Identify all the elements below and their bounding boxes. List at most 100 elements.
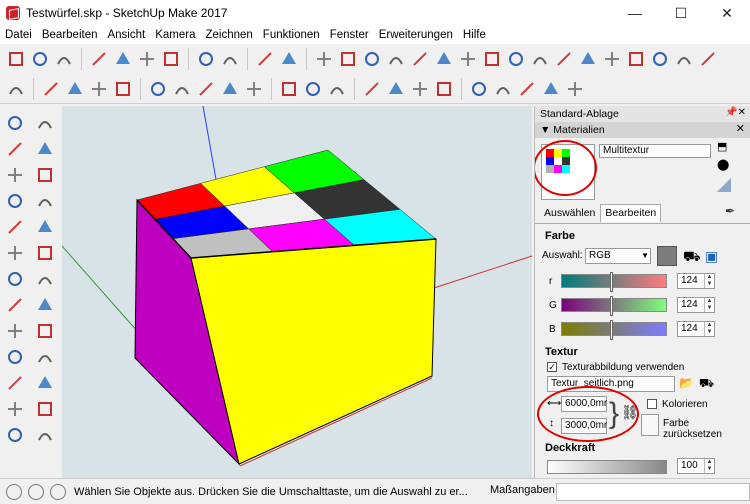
sample-paint-icon[interactable] <box>717 178 731 192</box>
move-tool-icon[interactable] <box>4 294 26 316</box>
scale-icon[interactable] <box>243 78 265 100</box>
browse-folder-icon[interactable]: 📂 <box>679 376 694 390</box>
arc-tool-a-icon[interactable] <box>4 242 26 264</box>
b-value-field[interactable]: 124 ▲ ▼ <box>677 321 715 337</box>
match-model-color-icon[interactable]: ⛟ <box>683 248 701 267</box>
menu-kamera[interactable]: Kamera <box>150 29 200 41</box>
save-icon[interactable] <box>53 48 75 70</box>
follow-me-icon[interactable] <box>529 48 551 70</box>
g-value-field[interactable]: 124 ▲ ▼ <box>677 297 715 313</box>
help-icon[interactable] <box>50 483 66 500</box>
g-slider-thumb[interactable] <box>610 296 613 316</box>
tab-auswaehlen[interactable]: Auswählen <box>539 204 600 222</box>
push-pull-left-icon[interactable] <box>34 294 56 316</box>
rotate-icon[interactable] <box>219 78 241 100</box>
opacity-slider[interactable] <box>547 460 667 474</box>
component-tool-icon[interactable] <box>34 112 56 134</box>
b-slider-thumb[interactable] <box>610 320 613 340</box>
open-icon[interactable] <box>29 48 51 70</box>
spinner-arrows-icon[interactable]: ▲ ▼ <box>704 459 714 473</box>
r-slider-thumb[interactable] <box>610 272 613 292</box>
g-slider[interactable] <box>561 296 667 316</box>
axes-icon[interactable] <box>4 424 26 446</box>
r-slider[interactable] <box>561 272 667 292</box>
3dw-icon[interactable] <box>577 48 599 70</box>
new-file-icon[interactable] <box>5 48 27 70</box>
measurements-field[interactable] <box>556 483 750 501</box>
offset-tool-icon[interactable] <box>34 346 56 368</box>
eraser-tool-icon[interactable] <box>34 138 56 160</box>
create-material-icon[interactable]: ⬒ <box>717 140 731 154</box>
component-icon[interactable] <box>601 48 623 70</box>
arc3-icon[interactable] <box>457 48 479 70</box>
spinner-arrows-icon[interactable]: ▲ ▼ <box>704 298 714 312</box>
arc-tool-b-icon[interactable] <box>34 242 56 264</box>
tape-measure-icon[interactable] <box>278 78 300 100</box>
default-material-icon[interactable]: ⬤ <box>717 158 731 172</box>
undo-icon[interactable] <box>195 48 217 70</box>
layout-icon[interactable] <box>564 78 586 100</box>
extension-icon[interactable] <box>697 48 719 70</box>
protractor-icon[interactable] <box>4 398 26 420</box>
warehouse2-icon[interactable] <box>673 48 695 70</box>
menu-ansicht[interactable]: Ansicht <box>102 29 150 41</box>
close-section-icon[interactable]: ✕ <box>736 122 745 135</box>
spinner-arrows-icon[interactable]: ▲ ▼ <box>704 322 714 336</box>
material-name-field[interactable]: Multitextur <box>599 144 711 158</box>
polygon-tool-icon[interactable] <box>34 216 56 238</box>
arc-icon[interactable] <box>409 48 431 70</box>
pin-icon[interactable]: 📌✕ <box>725 107 746 118</box>
warehouse-icon[interactable] <box>468 78 490 100</box>
b-slider[interactable] <box>561 320 667 340</box>
pie-tool-icon[interactable] <box>34 268 56 290</box>
color-model-select[interactable]: RGB ▼ <box>585 248 651 264</box>
paste-icon[interactable] <box>136 48 158 70</box>
spinner-arrows-icon[interactable]: ▲ ▼ <box>704 274 714 288</box>
text-icon[interactable] <box>302 78 324 100</box>
menu-bearbeiten[interactable]: Bearbeiten <box>37 29 103 41</box>
redo-icon[interactable] <box>219 48 241 70</box>
pencil-icon[interactable] <box>313 48 335 70</box>
paint-tool-icon[interactable] <box>4 138 26 160</box>
pencil-tool-icon[interactable] <box>4 164 26 186</box>
circle-tool-icon[interactable] <box>4 216 26 238</box>
arc-tool-c-icon[interactable] <box>4 268 26 290</box>
drawing-viewport[interactable] <box>62 106 532 478</box>
menu-fenster[interactable]: Fenster <box>325 29 374 41</box>
r-value-field[interactable]: 124 ▲ ▼ <box>677 273 715 289</box>
select-tool-icon[interactable] <box>4 112 26 134</box>
menu-erweiterungen[interactable]: Erweiterungen <box>374 29 458 41</box>
line-icon[interactable] <box>64 78 86 100</box>
offset-icon[interactable] <box>553 48 575 70</box>
match-screen-color-icon[interactable]: ▣ <box>705 248 718 265</box>
menu-hilfe[interactable]: Hilfe <box>458 29 491 41</box>
menu-zeichnen[interactable]: Zeichnen <box>200 29 257 41</box>
house-icon[interactable] <box>649 48 671 70</box>
pie-icon[interactable] <box>481 48 503 70</box>
move-icon[interactable] <box>195 78 217 100</box>
erase-icon[interactable] <box>160 48 182 70</box>
colorize-checkbox[interactable] <box>647 399 657 409</box>
freehand-icon[interactable] <box>337 48 359 70</box>
3d-text-icon[interactable] <box>34 424 56 446</box>
credits-icon[interactable] <box>28 483 44 500</box>
opacity-field[interactable]: 100 ▲ ▼ <box>677 458 715 474</box>
rectangle-tool-icon[interactable] <box>4 190 26 212</box>
maximize-button[interactable]: ☐ <box>658 0 704 26</box>
orbit-icon[interactable] <box>361 78 383 100</box>
follow-me-left-icon[interactable] <box>34 320 56 342</box>
circle-icon[interactable] <box>361 48 383 70</box>
freehand-tool-icon[interactable] <box>34 164 56 186</box>
eraser-icon[interactable] <box>40 78 62 100</box>
materials-header[interactable]: ▼ Materialien ✕ <box>535 122 750 138</box>
follow-me-tool-icon[interactable] <box>171 78 193 100</box>
polygon-icon[interactable] <box>385 48 407 70</box>
paint-bucket-icon[interactable] <box>326 78 348 100</box>
geo-location-icon[interactable] <box>6 483 22 500</box>
ruby-icon[interactable] <box>540 78 562 100</box>
zoom-extents-icon[interactable] <box>433 78 455 100</box>
tape-tool-icon[interactable] <box>4 372 26 394</box>
dimension-icon[interactable] <box>34 372 56 394</box>
rectangle-icon[interactable] <box>112 78 134 100</box>
push-pull-tool-icon[interactable] <box>147 78 169 100</box>
